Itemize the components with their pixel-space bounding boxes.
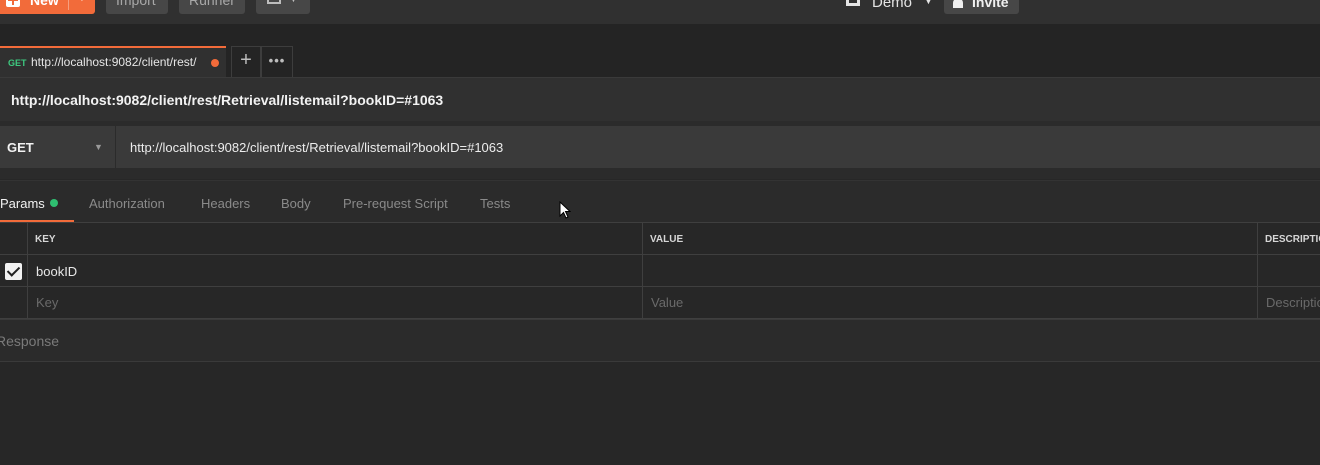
tab-body[interactable]: Body: [281, 196, 311, 211]
runner-button[interactable]: Runner: [179, 0, 245, 14]
chevron-down-icon: ▼: [289, 0, 298, 4]
top-toolbar: New ▼ Import Runner ▼ Demo ▼ Invite: [0, 0, 1320, 24]
param-description-field[interactable]: [1266, 264, 1320, 280]
tab-headers[interactable]: Headers: [201, 196, 250, 211]
new-param-value-input[interactable]: Value: [651, 295, 683, 310]
column-header-key: KEY: [35, 234, 56, 245]
chevron-down-icon: ▼: [924, 0, 933, 6]
mouse-cursor-icon: [559, 201, 571, 219]
request-tab-bar: GET http://localhost:9082/client/rest/ +…: [0, 24, 1320, 77]
request-subtabs: Params Authorization Headers Body Pre-re…: [0, 180, 1320, 223]
tab-url-label: http://localhost:9082/client/rest/: [31, 55, 197, 69]
new-param-key-input[interactable]: Key: [36, 295, 58, 310]
tab-prerequest-script[interactable]: Pre-request Script: [343, 196, 448, 211]
new-button-label: New: [30, 0, 59, 8]
table-divider: [27, 222, 28, 318]
table-divider: [1257, 222, 1258, 318]
tab-method-badge: GET: [8, 58, 27, 68]
method-select[interactable]: GET ▼: [0, 126, 115, 168]
chevron-down-icon: ▼: [94, 142, 103, 152]
response-label: Response: [0, 333, 60, 349]
plus-box-icon: [6, 0, 20, 7]
url-bar: GET ▼ http://localhost:9082/client/rest/…: [0, 121, 1320, 179]
url-input-value: http://localhost:9082/client/rest/Retrie…: [130, 140, 504, 155]
new-button[interactable]: New ▼: [0, 0, 95, 14]
tab-params-label: Params: [0, 196, 45, 211]
url-input[interactable]: http://localhost:9082/client/rest/Retrie…: [115, 126, 1320, 168]
request-name[interactable]: http://localhost:9082/client/rest/Retrie…: [11, 92, 443, 108]
workspace-icon: [846, 0, 860, 6]
new-button-divider: [68, 0, 69, 10]
tab-params[interactable]: Params: [0, 196, 58, 211]
response-panel: Response: [0, 319, 1320, 362]
param-enabled-checkbox[interactable]: [5, 263, 22, 280]
table-divider: [642, 222, 643, 318]
workspace-name: Demo: [872, 0, 913, 11]
params-active-dot-icon: [49, 199, 58, 207]
param-key-field[interactable]: bookID: [36, 264, 77, 279]
column-header-description: DESCRIPTION: [1265, 234, 1320, 245]
add-tab-button[interactable]: +: [231, 46, 261, 77]
unsaved-dot-icon: [211, 59, 219, 67]
request-tab[interactable]: GET http://localhost:9082/client/rest/: [0, 46, 226, 77]
param-value-field[interactable]: [651, 264, 1251, 280]
tab-authorization[interactable]: Authorization: [89, 196, 165, 211]
table-divider: [0, 286, 1320, 287]
column-header-value: VALUE: [650, 234, 684, 245]
more-options-button[interactable]: •••: [261, 46, 293, 77]
method-select-value: GET: [7, 140, 34, 155]
table-divider: [0, 222, 1320, 223]
table-divider: [0, 254, 1320, 255]
params-table: KEY VALUE DESCRIPTION bookID Key Value D…: [0, 222, 1320, 319]
person-add-icon: [953, 0, 963, 8]
new-param-description-input[interactable]: Description: [1266, 295, 1320, 310]
chevron-down-icon[interactable]: ▼: [77, 0, 87, 4]
new-window-icon: [267, 0, 281, 4]
invite-button-label: Invite: [972, 0, 1009, 10]
tab-tests[interactable]: Tests: [480, 196, 510, 211]
request-name-bar: http://localhost:9082/client/rest/Retrie…: [0, 77, 1320, 121]
new-window-button[interactable]: ▼: [256, 0, 310, 14]
app-window: New ▼ Import Runner ▼ Demo ▼ Invite GET …: [0, 0, 1320, 465]
import-button[interactable]: Import: [106, 0, 168, 14]
invite-button[interactable]: Invite: [944, 0, 1019, 14]
